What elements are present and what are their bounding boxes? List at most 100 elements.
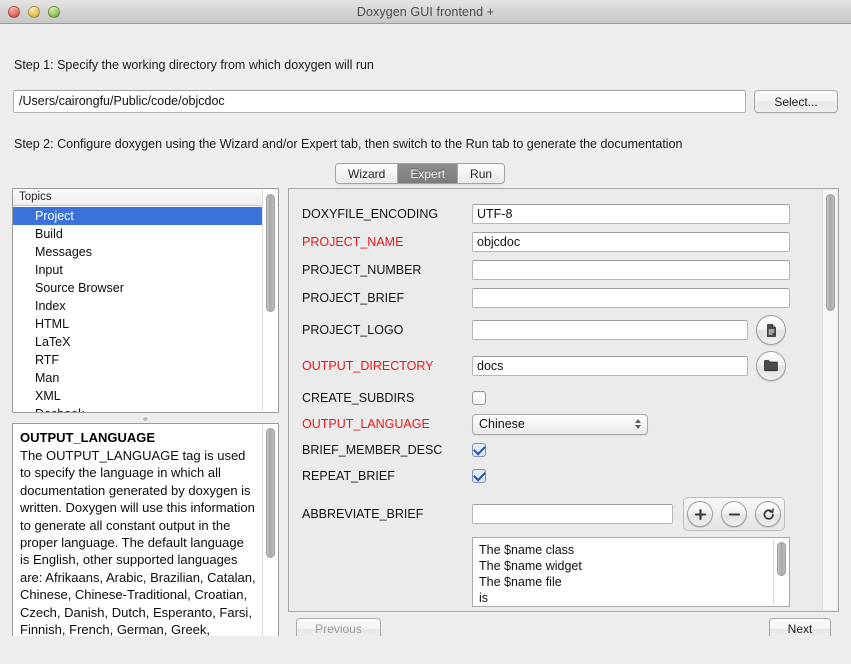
topic-item-man[interactable]: Man xyxy=(13,369,262,387)
minimize-button[interactable] xyxy=(28,5,40,18)
stepper-arrows-icon xyxy=(635,415,641,434)
tab-wizard[interactable]: Wizard xyxy=(336,164,399,183)
browse-output-directory-button[interactable] xyxy=(756,351,786,381)
window-bottom-strip xyxy=(0,636,851,664)
field-row-abbreviate-brief-list: The $name class The $name widget The $na… xyxy=(289,537,821,607)
field-row-doxyfile-encoding: DOXYFILE_ENCODING UTF-8 xyxy=(289,203,821,225)
window-titlebar: Doxygen GUI frontend + xyxy=(0,0,851,24)
input-project-logo[interactable] xyxy=(472,320,748,340)
topic-item-latex[interactable]: LaTeX xyxy=(13,333,262,351)
list-abbreviate-brief-items: The $name class The $name widget The $na… xyxy=(473,538,774,606)
field-row-abbreviate-brief: ABBREVIATE_BRIEF xyxy=(289,497,821,531)
control-abbreviate-brief-list: The $name class The $name widget The $na… xyxy=(472,537,790,607)
topics-list[interactable]: Project Build Messages Input Source Brow… xyxy=(13,207,262,412)
input-project-name[interactable]: objcdoc xyxy=(472,232,790,252)
input-doxyfile-encoding[interactable]: UTF-8 xyxy=(472,204,790,224)
checkbox-repeat-brief[interactable] xyxy=(472,469,486,483)
control-project-number xyxy=(472,260,790,280)
field-row-create-subdirs: CREATE_SUBDIRS xyxy=(289,387,821,409)
list-item[interactable]: The $name class xyxy=(479,542,774,558)
zoom-button[interactable] xyxy=(48,5,60,18)
list-item[interactable]: is xyxy=(479,590,774,606)
field-row-project-logo: PROJECT_LOGO xyxy=(289,315,821,345)
field-row-project-name: PROJECT_NAME objcdoc xyxy=(289,231,821,253)
remove-icon xyxy=(728,512,740,516)
topics-scrollbar[interactable] xyxy=(262,190,277,411)
splitter-grip-icon xyxy=(143,415,148,421)
checkbox-create-subdirs[interactable] xyxy=(472,391,486,405)
topic-item-input[interactable]: Input xyxy=(13,261,262,279)
refresh-icon xyxy=(763,507,774,520)
control-doxyfile-encoding: UTF-8 xyxy=(472,204,790,224)
topic-item-xml[interactable]: XML xyxy=(13,387,262,405)
window-title: Doxygen GUI frontend + xyxy=(356,4,495,19)
folder-icon xyxy=(764,360,778,372)
list-item[interactable]: The $name widget xyxy=(479,558,774,574)
working-directory-row: /Users/cairongfu/Public/code/objcdoc Sel… xyxy=(13,90,838,113)
help-body: OUTPUT_LANGUAGE The OUTPUT_LANGUAGE tag … xyxy=(13,424,262,655)
mode-tabbar: Wizard Expert Run xyxy=(335,163,506,184)
help-panel: OUTPUT_LANGUAGE The OUTPUT_LANGUAGE tag … xyxy=(12,423,279,656)
topic-item-messages[interactable]: Messages xyxy=(13,243,262,261)
remove-item-button[interactable] xyxy=(721,501,747,527)
label-project-name: PROJECT_NAME xyxy=(302,235,404,249)
list-abbreviate-brief[interactable]: The $name class The $name widget The $na… xyxy=(472,537,790,607)
left-splitter-handle[interactable] xyxy=(12,414,279,422)
step2-label: Step 2: Configure doxygen using the Wiza… xyxy=(14,137,683,151)
topic-item-project[interactable]: Project xyxy=(13,207,262,225)
topic-item-build[interactable]: Build xyxy=(13,225,262,243)
window-body: Step 1: Specify the working directory fr… xyxy=(0,24,851,664)
add-icon xyxy=(694,508,706,520)
topic-item-rtf[interactable]: RTF xyxy=(13,351,262,369)
control-project-logo xyxy=(472,315,786,345)
control-brief-member-desc xyxy=(472,443,486,457)
working-directory-input[interactable]: /Users/cairongfu/Public/code/objcdoc xyxy=(13,90,746,113)
close-button[interactable] xyxy=(8,5,20,18)
main-split-area: Topics Project Build Messages Input Sour… xyxy=(8,184,843,656)
input-output-directory[interactable]: docs xyxy=(472,356,748,376)
field-row-project-brief: PROJECT_BRIEF xyxy=(289,287,821,309)
checkbox-brief-member-desc[interactable] xyxy=(472,443,486,457)
label-output-directory: OUTPUT_DIRECTORY xyxy=(302,359,434,373)
chevron-down-icon xyxy=(635,425,641,429)
tab-run[interactable]: Run xyxy=(458,164,505,183)
traffic-lights xyxy=(8,0,60,23)
help-scrollbar[interactable] xyxy=(262,425,277,654)
control-output-language: Chinese xyxy=(472,413,648,435)
settings-scroll-area: DOXYFILE_ENCODING UTF-8 PROJECT_NAME obj… xyxy=(289,189,821,611)
topics-scrollbar-thumb[interactable] xyxy=(266,194,275,312)
topic-item-index[interactable]: Index xyxy=(13,297,262,315)
control-project-brief xyxy=(472,288,790,308)
tab-expert[interactable]: Expert xyxy=(398,164,459,183)
field-row-output-directory: OUTPUT_DIRECTORY docs xyxy=(289,351,821,381)
label-abbreviate-brief: ABBREVIATE_BRIEF xyxy=(302,507,424,521)
label-brief-member-desc: BRIEF_MEMBER_DESC xyxy=(302,443,443,457)
field-row-output-language: OUTPUT_LANGUAGE Chinese xyxy=(289,413,821,435)
help-scrollbar-thumb[interactable] xyxy=(266,428,275,558)
select-directory-button[interactable]: Select... xyxy=(754,90,838,113)
control-project-name: objcdoc xyxy=(472,232,790,252)
abbreviate-brief-list-scrollbar-thumb[interactable] xyxy=(777,542,786,576)
topic-item-html[interactable]: HTML xyxy=(13,315,262,333)
abbreviate-brief-list-scrollbar[interactable] xyxy=(773,539,788,605)
list-item[interactable]: The $name file xyxy=(479,574,774,590)
topic-item-docbook[interactable]: Docbook xyxy=(13,405,262,412)
add-item-button[interactable] xyxy=(687,501,713,527)
topics-panel: Topics Project Build Messages Input Sour… xyxy=(12,188,279,413)
field-row-brief-member-desc: BRIEF_MEMBER_DESC xyxy=(289,439,821,461)
topic-item-source-browser[interactable]: Source Browser xyxy=(13,279,262,297)
control-create-subdirs xyxy=(472,391,486,405)
label-repeat-brief: REPEAT_BRIEF xyxy=(302,469,395,483)
reset-item-button[interactable] xyxy=(755,501,781,527)
settings-scrollbar-thumb[interactable] xyxy=(826,194,835,311)
input-project-number[interactable] xyxy=(472,260,790,280)
dropdown-output-language[interactable]: Chinese xyxy=(472,413,648,435)
abbreviate-brief-button-group xyxy=(683,497,785,531)
label-project-number: PROJECT_NUMBER xyxy=(302,263,422,277)
settings-scrollbar[interactable] xyxy=(822,190,837,610)
input-abbreviate-brief[interactable] xyxy=(472,504,673,524)
left-column: Topics Project Build Messages Input Sour… xyxy=(12,188,279,656)
label-project-logo: PROJECT_LOGO xyxy=(302,323,404,337)
browse-project-logo-button[interactable] xyxy=(756,315,786,345)
input-project-brief[interactable] xyxy=(472,288,790,308)
